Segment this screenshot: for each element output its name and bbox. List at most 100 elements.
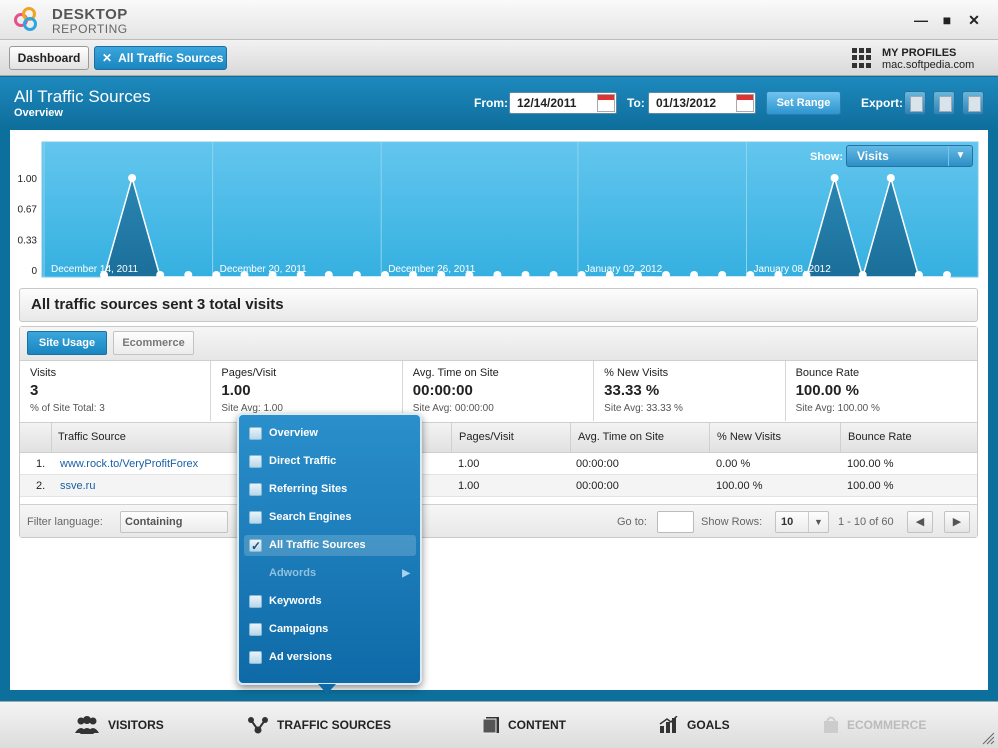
menu-item-overview[interactable]: Overview	[244, 423, 416, 444]
chevron-down-icon[interactable]: ▼	[948, 146, 972, 166]
table-header: Traffic Source Pages/Visit Avg. Time on …	[20, 422, 977, 453]
data-point	[718, 271, 727, 279]
menu-item-label: Direct Traffic	[269, 455, 337, 467]
next-page-button[interactable]: ▶	[944, 511, 970, 533]
checkbox-icon[interactable]	[249, 427, 262, 440]
export-label: Export:	[861, 96, 903, 110]
checkbox-icon[interactable]	[249, 623, 262, 636]
export-document-icon[interactable]	[962, 91, 984, 115]
header-index	[20, 423, 51, 452]
metric-value: 1.00	[221, 382, 251, 399]
menu-item-label: Overview	[269, 427, 318, 439]
menu-item-label: Adwords	[269, 567, 317, 579]
data-point	[184, 271, 193, 279]
menu-item-keywords[interactable]: Keywords	[244, 591, 416, 612]
close-tab-icon[interactable]: ✕	[102, 51, 112, 65]
usage-tab-bar: Site Usage Ecommerce	[20, 327, 977, 361]
menu-item-label: Keywords	[269, 595, 322, 607]
menu-item-campaigns[interactable]: Campaigns	[244, 619, 416, 640]
prev-page-button[interactable]: ◀	[907, 511, 933, 533]
checkbox-icon[interactable]	[249, 651, 262, 664]
app-logo-icon	[14, 7, 42, 35]
summary-bar: All traffic sources sent 3 total visits	[19, 288, 978, 322]
row-index: 1.	[36, 458, 46, 470]
metric-value: 100.00 %	[795, 382, 859, 399]
submenu-arrow-icon: ▶	[402, 568, 410, 579]
profiles-site[interactable]: mac.softpedia.com	[882, 59, 974, 71]
data-point	[690, 271, 699, 279]
calendar-icon[interactable]	[597, 94, 615, 112]
nav-visitors[interactable]: VISITORS	[74, 716, 164, 734]
nav-label: ECOMMERCE	[847, 718, 927, 732]
resize-grip-icon[interactable]	[981, 731, 995, 745]
menu-item-label: All Traffic Sources	[269, 539, 366, 551]
metric-bounce-rate: Bounce Rate 100.00 % Site Avg: 100.00 %	[786, 361, 977, 421]
menu-pointer	[318, 684, 336, 694]
checkbox-icon[interactable]	[249, 595, 262, 608]
header-new-visits[interactable]: % New Visits	[709, 423, 840, 452]
filter-mode-select[interactable]: Containing	[120, 511, 228, 533]
metric-value: 00:00:00	[412, 382, 473, 399]
maximize-button[interactable]: ■	[937, 10, 957, 30]
checkbox-icon[interactable]	[249, 455, 262, 468]
from-label: From:	[474, 96, 508, 110]
y-tick-label: 0	[31, 266, 37, 277]
data-point	[662, 271, 670, 279]
menu-item-ad-versions[interactable]: Ad versions	[244, 647, 416, 668]
shopping-bag-icon	[824, 716, 838, 733]
app-subtitle: REPORTING	[52, 22, 128, 36]
row-new: 100.00 %	[716, 480, 763, 492]
checkbox-icon[interactable]	[249, 483, 262, 496]
show-rows-select[interactable]: 10 ▼	[775, 511, 829, 533]
data-point	[886, 174, 895, 182]
tab-label: All Traffic Sources	[118, 51, 224, 65]
row-source-link[interactable]: ssve.ru	[60, 475, 95, 497]
menu-item-referring-sites[interactable]: Referring Sites	[244, 479, 416, 500]
export-excel-icon[interactable]	[933, 91, 955, 115]
show-metric-select[interactable]: Visits ▼	[846, 145, 973, 167]
data-point	[858, 271, 867, 279]
tab-site-usage[interactable]: Site Usage	[27, 331, 107, 355]
header-bounce-rate[interactable]: Bounce Rate	[840, 423, 977, 452]
profiles-title[interactable]: MY PROFILES	[882, 47, 956, 59]
metric-title: % New Visits	[604, 367, 669, 379]
to-date-field[interactable]: 01/13/2012	[648, 92, 756, 114]
set-range-button[interactable]: Set Range	[766, 91, 841, 115]
profiles-grid-icon[interactable]	[852, 48, 872, 68]
menu-item-label: Search Engines	[269, 511, 352, 523]
minimize-button[interactable]: —	[911, 10, 931, 30]
from-date-field[interactable]: 12/14/2011	[509, 92, 617, 114]
menu-item-all-traffic-sources[interactable]: All Traffic Sources	[244, 535, 416, 557]
chevron-down-icon[interactable]: ▼	[808, 512, 828, 532]
nav-traffic-sources[interactable]: TRAFFIC SOURCES	[247, 716, 391, 734]
data-point	[128, 174, 137, 182]
export-pdf-icon[interactable]	[904, 91, 926, 115]
tab-ecommerce[interactable]: Ecommerce	[113, 331, 194, 355]
row-source-link[interactable]: www.rock.to/VeryProfitForex	[60, 453, 198, 475]
filter-bar: Filter language: Containing Go to: Show …	[20, 504, 977, 537]
menu-item-adwords: Adwords ▶	[244, 563, 416, 584]
metric-value: 33.33 %	[604, 382, 660, 399]
table-row[interactable]: 1. www.rock.to/VeryProfitForex 1.00 00:0…	[20, 453, 977, 475]
nav-goals[interactable]: GOALS	[659, 716, 730, 734]
nav-label: GOALS	[687, 718, 730, 732]
header-avg-time[interactable]: Avg. Time on Site	[570, 423, 709, 452]
tab-all-traffic-sources[interactable]: ✕ All Traffic Sources	[94, 46, 227, 70]
table-row[interactable]: 2. ssve.ru 1.00 00:00:00 100.00 % 100.00…	[20, 475, 977, 497]
checkbox-icon[interactable]	[249, 511, 262, 524]
filter-label: Filter language:	[27, 516, 103, 528]
nav-label: CONTENT	[508, 718, 566, 732]
close-button[interactable]: ✕	[964, 10, 984, 30]
tab-dashboard[interactable]: Dashboard	[9, 46, 89, 70]
goto-input[interactable]	[657, 511, 694, 533]
metric-new-visits: % New Visits 33.33 % Site Avg: 33.33 %	[594, 361, 786, 421]
show-label: Show:	[810, 151, 843, 163]
menu-item-label: Referring Sites	[269, 483, 348, 495]
nav-content[interactable]: CONTENT	[482, 716, 566, 734]
checkbox-checked-icon[interactable]	[249, 536, 262, 557]
menu-item-search-engines[interactable]: Search Engines	[244, 507, 416, 528]
menu-item-direct-traffic[interactable]: Direct Traffic	[244, 451, 416, 472]
from-date-value: 12/14/2011	[517, 96, 577, 110]
header-pages-visit[interactable]: Pages/Visit	[451, 423, 570, 452]
calendar-icon[interactable]	[736, 94, 754, 112]
